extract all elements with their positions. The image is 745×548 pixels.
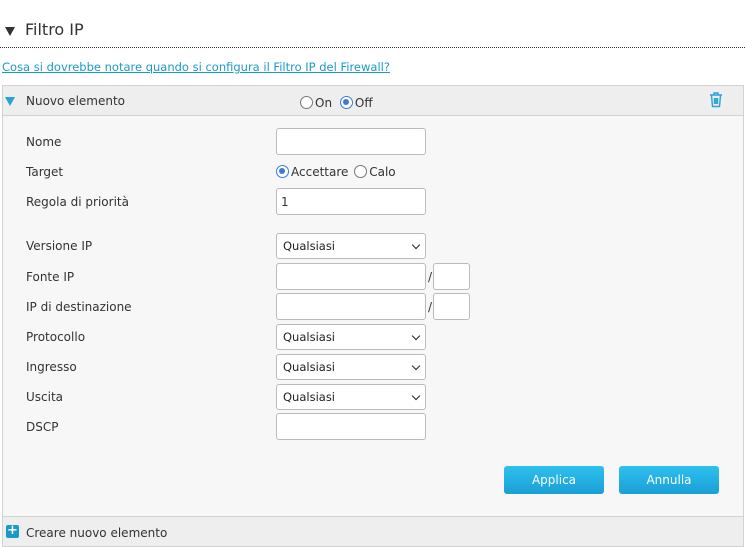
radio-icon xyxy=(300,96,313,109)
radio-icon xyxy=(276,165,289,178)
apply-button[interactable]: Applica xyxy=(504,466,604,494)
radio-on[interactable]: On xyxy=(300,96,332,110)
cancel-button[interactable]: Annulla xyxy=(619,466,719,494)
ip-version-label: Versione IP xyxy=(26,239,93,253)
dest-ip-input[interactable] xyxy=(276,293,426,320)
expand-icon[interactable] xyxy=(5,97,15,106)
dest-mask-input[interactable] xyxy=(433,293,470,320)
radio-accettare[interactable]: Accettare xyxy=(276,165,348,179)
target-label: Target xyxy=(26,165,64,179)
page-title: Filtro IP xyxy=(25,20,84,39)
ingress-label: Ingresso xyxy=(26,360,77,374)
egress-label: Uscita xyxy=(26,390,64,404)
source-ip-input[interactable] xyxy=(276,263,426,290)
priority-label: Regola di priorità xyxy=(26,195,129,209)
radio-icon xyxy=(354,165,368,178)
trash-icon[interactable] xyxy=(709,92,723,108)
nome-input[interactable] xyxy=(276,128,426,155)
radio-icon xyxy=(339,96,353,109)
source-ip-label: Fonte IP xyxy=(26,270,75,284)
dest-ip-label: IP di destinazione xyxy=(26,300,132,314)
protocol-label: Protocollo xyxy=(26,330,86,344)
divider xyxy=(0,47,745,48)
slash-separator: / xyxy=(428,300,433,314)
dscp-label: DSCP xyxy=(26,420,59,434)
ip-version-select[interactable]: Qualsiasi xyxy=(276,233,426,259)
dscp-input[interactable] xyxy=(276,413,426,440)
entry-title: Nuovo elemento xyxy=(26,94,126,108)
plus-icon[interactable]: + xyxy=(6,524,19,538)
target-radio-group: Accettare Calo xyxy=(276,165,396,179)
ingress-select[interactable]: Qualsiasi xyxy=(276,354,426,380)
collapse-icon[interactable] xyxy=(5,27,15,36)
state-radio-group: On Off xyxy=(300,96,373,110)
radio-off[interactable]: Off xyxy=(339,96,373,110)
egress-select[interactable]: Qualsiasi xyxy=(276,384,426,410)
nome-label: Nome xyxy=(26,135,62,149)
create-entry-link[interactable]: Creare nuovo elemento xyxy=(26,526,167,540)
protocol-select[interactable]: Qualsiasi xyxy=(276,324,426,350)
source-mask-input[interactable] xyxy=(433,263,470,290)
help-link[interactable]: Cosa si dovrebbe notare quando si config… xyxy=(2,60,390,74)
priority-input[interactable] xyxy=(276,188,426,215)
radio-calo[interactable]: Calo xyxy=(354,165,396,179)
slash-separator: / xyxy=(428,270,433,284)
